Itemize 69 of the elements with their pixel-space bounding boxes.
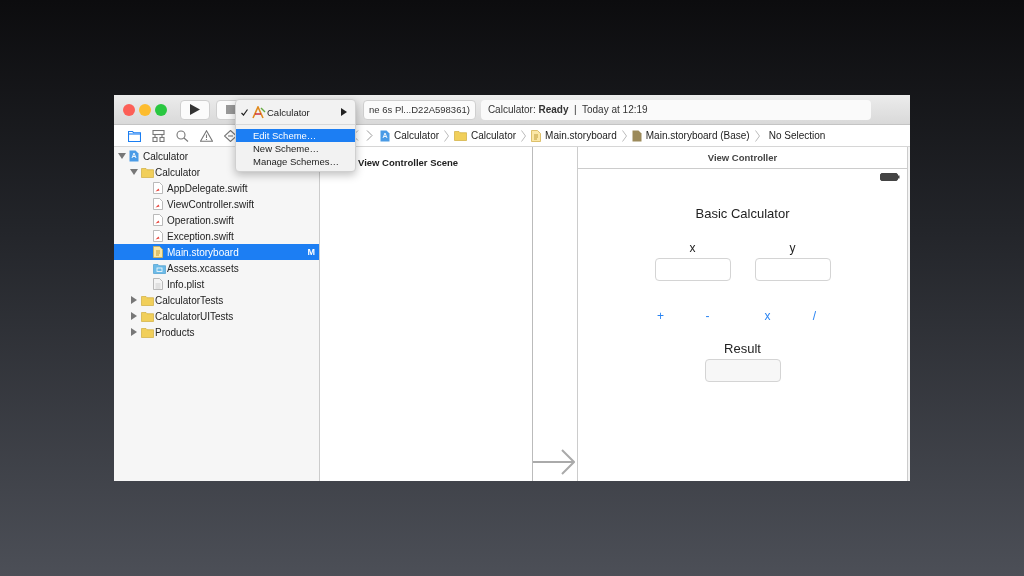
breadcrumb-item[interactable]: Main.storyboard (Base) (645, 130, 750, 141)
device-selector[interactable]: ne 6s Pl...D22A598361) (363, 99, 476, 120)
operation-button[interactable]: - (684, 309, 731, 323)
activity-status: Calculator: Ready | Today at 12:19 (480, 99, 871, 120)
document-icon (631, 129, 642, 142)
file-tree-item[interactable]: AppDelegate.swift (114, 180, 319, 196)
folder-icon (141, 310, 154, 322)
menu-item[interactable]: Manage Schemes… (236, 155, 355, 168)
result-label: Result (724, 341, 761, 356)
folder-icon (141, 294, 154, 306)
assets-folder-icon (153, 262, 166, 274)
file-tree-item[interactable]: Exception.swift (114, 228, 319, 244)
app-title: Basic Calculator (695, 206, 790, 221)
swift-file-icon (153, 214, 163, 226)
folder-icon (141, 166, 154, 178)
file-tree-item[interactable]: CalculatorTests (114, 292, 319, 308)
swift-file-icon (153, 230, 163, 242)
plist-file-icon (153, 278, 163, 290)
operation-button[interactable]: x (744, 309, 791, 323)
project-icon (380, 129, 390, 142)
file-tree-item[interactable]: ViewController.swift (114, 196, 319, 212)
stop-icon (225, 105, 235, 114)
folder-icon (141, 326, 154, 338)
diamond-icon[interactable] (224, 129, 237, 142)
file-tree-item[interactable]: Operation.swift (114, 212, 319, 228)
search-icon[interactable] (176, 129, 189, 142)
file-tree-item[interactable]: Assets.xcassets (114, 260, 319, 276)
breadcrumb-item[interactable]: No Selection (768, 130, 826, 141)
swift-file-icon (153, 182, 163, 194)
menu-item[interactable]: Calculator (236, 103, 355, 121)
breadcrumb-item[interactable]: Calculator (394, 130, 440, 141)
storyboard-file-icon (531, 129, 542, 142)
chevron-icon (444, 129, 450, 142)
warning-icon[interactable] (200, 129, 213, 142)
submenu-arrow-icon (341, 108, 347, 116)
play-icon (190, 104, 200, 115)
app-icon (252, 105, 266, 119)
input-label: y (789, 241, 796, 255)
scene-header: View Controller (578, 147, 907, 169)
chevron-icon (521, 129, 527, 142)
menu-item[interactable]: New Scheme… (236, 142, 355, 155)
hierarchy-tab-icon[interactable] (152, 129, 165, 142)
battery-icon (880, 173, 900, 181)
breadcrumb-item[interactable]: Calculator (471, 130, 517, 141)
chevron-icon (754, 129, 760, 142)
chevron-icon (621, 129, 627, 142)
file-tree-item[interactable]: CalculatorUITests (114, 308, 319, 324)
scene-title[interactable]: View Controller Scene (358, 157, 459, 168)
breadcrumb-item[interactable]: Main.storyboard (545, 130, 617, 141)
folder-tab-icon[interactable] (128, 129, 141, 142)
file-tree-item[interactable]: Main.storyboard M (114, 244, 319, 260)
project-icon (129, 150, 139, 162)
operation-button[interactable]: + (637, 309, 684, 323)
modified-label: M (307, 247, 315, 257)
storyboard-file-icon (153, 246, 163, 258)
input-field[interactable] (754, 258, 831, 281)
input-field[interactable] (654, 258, 731, 281)
entry-point-arrow (533, 449, 575, 475)
input-label: x (689, 241, 696, 255)
close-button[interactable] (123, 103, 135, 116)
file-tree-item[interactable]: Products (114, 324, 319, 340)
result-field[interactable] (704, 359, 781, 382)
menu-item[interactable]: Edit Scheme… (236, 129, 355, 142)
folder-icon (454, 130, 468, 141)
operation-button[interactable]: / (791, 309, 838, 323)
checkmark-icon (240, 108, 248, 116)
run-button[interactable] (180, 99, 210, 120)
swift-file-icon (153, 198, 163, 210)
file-tree-item[interactable]: Info.plist (114, 276, 319, 292)
